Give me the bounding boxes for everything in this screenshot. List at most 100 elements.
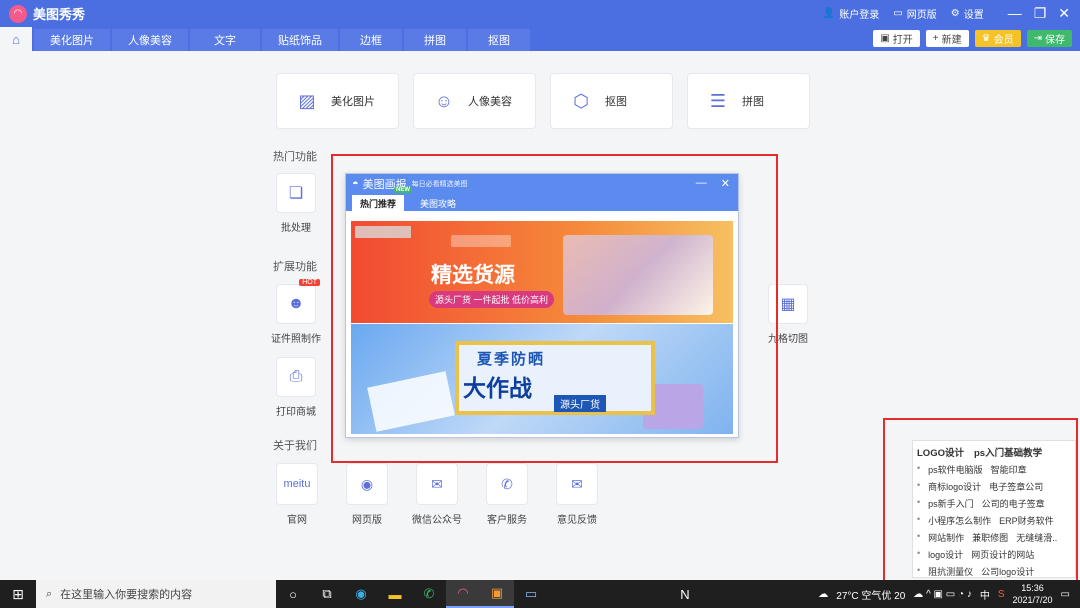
ad-link[interactable]: 公司的电子签章 (982, 497, 1045, 510)
close-icon[interactable]: ✕ (1058, 5, 1070, 22)
weather-icon[interactable]: ☁ (818, 589, 828, 600)
ad-link[interactable]: 智能印章 (991, 463, 1027, 476)
about-web-version[interactable]: ◉ 网页版 (337, 463, 397, 526)
ad-link[interactable]: 小程序怎么制作 (928, 514, 991, 527)
ad-link[interactable]: ps软件电脑版 (928, 463, 983, 476)
ad-title: LOGO设计 ps入门基础教学 (917, 445, 1071, 459)
cortana-icon[interactable]: ○ (276, 580, 310, 608)
batch-feature[interactable]: ❏ 批处理 (266, 173, 326, 234)
export-icon: ⇥ (1033, 33, 1042, 44)
tile-collage[interactable]: ☰ 拼图 (687, 73, 810, 129)
tab-beautify[interactable]: 美化图片 (34, 29, 110, 51)
web-version-link[interactable]: ▭ 网页版 (893, 6, 936, 21)
about-label: 意见反馈 (557, 515, 597, 526)
meitu-logo-icon: meitu (276, 463, 318, 505)
app-title: 美图秀秀 (33, 7, 86, 22)
file-explorer-icon[interactable]: ▬ (378, 580, 412, 608)
sogou-icon[interactable]: S (998, 589, 1005, 600)
wechat-icon: ✉ (416, 463, 458, 505)
ad-link[interactable]: 电子签章公司 (989, 480, 1043, 493)
ad-title-b[interactable]: ps入门基础教学 (974, 445, 1042, 459)
account-login-link[interactable]: 👤 账户登录 (823, 6, 879, 21)
phone-icon: ✆ (486, 463, 528, 505)
about-label: 网页版 (352, 515, 382, 526)
bullet: • (917, 497, 921, 507)
face-icon: ☺ (434, 90, 454, 111)
save-label: 保存 (1045, 35, 1065, 46)
ad-link[interactable]: 商标logo设计 (928, 480, 981, 493)
open-button[interactable]: ▣ 打开 (873, 30, 920, 47)
ad-link[interactable]: 网站制作 (928, 531, 964, 544)
app-n-icon[interactable]: N (668, 580, 702, 608)
print-store-label: 打印商城 (276, 407, 316, 418)
hot-section-title: 热门功能 (273, 151, 317, 163)
windows-start-icon[interactable]: ⊞ (0, 580, 36, 608)
edge-icon[interactable]: ◉ (344, 580, 378, 608)
ad-link[interactable]: 网页设计的网站 (971, 548, 1034, 561)
hot-badge: HOT (299, 279, 320, 286)
notification-icon[interactable]: ▭ (1061, 589, 1070, 600)
ad-panel[interactable]: LOGO设计 ps入门基础教学 • ps软件电脑版 智能印章 • 商标logo设计 电子… (912, 440, 1076, 578)
ad-link[interactable]: 无缝缝滑.. (1016, 531, 1057, 544)
tray-icons[interactable]: ☁ ^ ▣ ▭ ◔ ♪ (913, 589, 972, 600)
tab-collage[interactable]: 拼图 (404, 29, 466, 51)
ime-indicator[interactable]: 中 (980, 587, 990, 602)
batch-icon: ❏ (276, 173, 316, 213)
ad-link[interactable]: 阻抗测量仪 (928, 565, 973, 578)
tab-bar: ⌂ 美化图片 人像美容 文字 贴纸饰品 边框 拼图 抠图 ▣ 打开 + 新建 ♛ 会员… (0, 27, 1080, 51)
app-taskbar-icon[interactable]: ▣ (480, 580, 514, 608)
ad-link[interactable]: ERP财务软件 (999, 514, 1054, 527)
ad-link[interactable]: 兼职修图 (972, 531, 1008, 544)
ad-row: • 阻抗测量仪 公司logo设计 (917, 565, 1071, 578)
minimize-icon[interactable]: — (1008, 5, 1022, 22)
tab-text[interactable]: 文字 (190, 29, 260, 51)
new-button[interactable]: + 新建 (925, 30, 969, 47)
about-feedback[interactable]: ✉ 意见反馈 (547, 463, 607, 526)
tile-label: 抠图 (605, 96, 627, 108)
id-photo-feature[interactable]: ☻ HOT 证件照制作 (266, 279, 326, 345)
wechat-icon[interactable]: ✆ (412, 580, 446, 608)
print-store-feature[interactable]: ⎙ 打印商城 (266, 357, 326, 418)
meitu-logo-icon: ◠ (9, 4, 27, 23)
about-wechat[interactable]: ✉ 微信公众号 (407, 463, 467, 526)
tile-beautify[interactable]: ▨ 美化图片 (276, 73, 399, 129)
about-customer-service[interactable]: ✆ 客户服务 (477, 463, 537, 526)
task-view-icon[interactable]: ⧉ (310, 580, 344, 608)
ad-row: • logo设计 网页设计的网站 (917, 548, 1071, 561)
new-label: 新建 (941, 35, 962, 46)
about-website[interactable]: meitu 官网 (267, 463, 327, 526)
tile-cutout[interactable]: ⬡ 抠图 (550, 73, 673, 129)
ad-row: • 商标logo设计 电子签章公司 (917, 480, 1071, 493)
crown-icon: ♛ (981, 33, 991, 44)
home-icon: ⌂ (12, 31, 20, 47)
about-label: 官网 (287, 515, 307, 526)
tab-portrait[interactable]: 人像美容 (112, 29, 188, 51)
open-label: 打开 (892, 35, 913, 46)
taskbar-search-input[interactable]: ⌕ 在这里输入你要搜索的内容 (36, 580, 276, 608)
bullet: • (917, 548, 921, 558)
tile-portrait[interactable]: ☺ 人像美容 (413, 73, 536, 129)
ad-link[interactable]: ps新手入门 (928, 497, 974, 510)
batch-label: 批处理 (281, 223, 311, 234)
tab-cutout[interactable]: 抠图 (468, 29, 530, 51)
ad-link[interactable]: 公司logo设计 (981, 565, 1034, 578)
weather-text[interactable]: 27°C 空气优 20 (836, 587, 905, 602)
app-logo: ◠ 美图秀秀 (9, 4, 85, 23)
clock[interactable]: 15:36 2021/7/20 (1013, 582, 1053, 606)
about-label: 微信公众号 (412, 515, 462, 526)
tab-stickers[interactable]: 贴纸饰品 (262, 29, 338, 51)
meitu-taskbar-icon[interactable]: ◠ (446, 580, 480, 608)
window-taskbar-icon[interactable]: ▭ (514, 580, 548, 608)
gear-icon: ⚙ (950, 8, 960, 19)
vip-button[interactable]: ♛ 会员 (974, 30, 1021, 47)
clock-date: 2021/7/20 (1012, 595, 1053, 605)
tile-label: 美化图片 (331, 96, 375, 108)
id-photo-label: 证件照制作 (271, 334, 321, 345)
tab-border[interactable]: 边框 (340, 29, 402, 51)
home-tab[interactable]: ⌂ (0, 27, 32, 51)
settings-link[interactable]: ⚙ 设置 (951, 6, 984, 21)
ad-link[interactable]: logo设计 (928, 548, 963, 561)
save-button[interactable]: ⇥ 保存 (1026, 30, 1072, 47)
ad-title-a[interactable]: LOGO设计 (917, 445, 964, 459)
maximize-icon[interactable]: ❐ (1034, 5, 1047, 22)
